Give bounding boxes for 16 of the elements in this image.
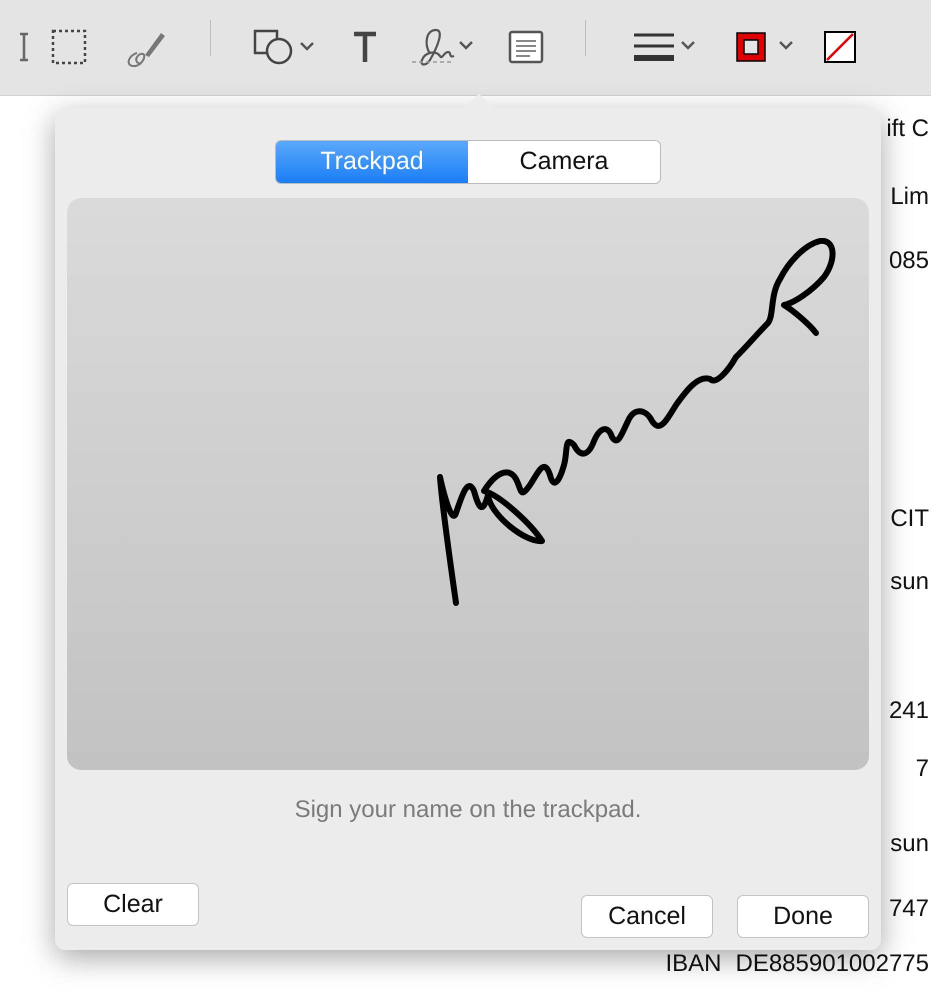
dialog-button[interactable]: Cancel: [581, 894, 713, 938]
document-text: 7: [916, 754, 929, 784]
document-text: DE885901002775: [735, 949, 929, 979]
dialog-button[interactable]: Clear: [67, 882, 199, 926]
segmented-tab[interactable]: Camera: [468, 141, 660, 182]
document-text: sun: [890, 567, 929, 597]
document-text: sun: [890, 829, 929, 859]
document-text: 241: [888, 696, 929, 726]
dialog-button[interactable]: Done: [737, 894, 869, 938]
document-text: ift C: [886, 114, 929, 144]
document-text: CIT: [890, 504, 929, 534]
document-text: Lim: [890, 182, 929, 212]
pad-hint: Sign your name on the trackpad.: [294, 794, 642, 824]
document-text: IBAN: [665, 949, 722, 979]
document-text: 747: [888, 894, 929, 924]
document-text: 085: [888, 246, 929, 276]
